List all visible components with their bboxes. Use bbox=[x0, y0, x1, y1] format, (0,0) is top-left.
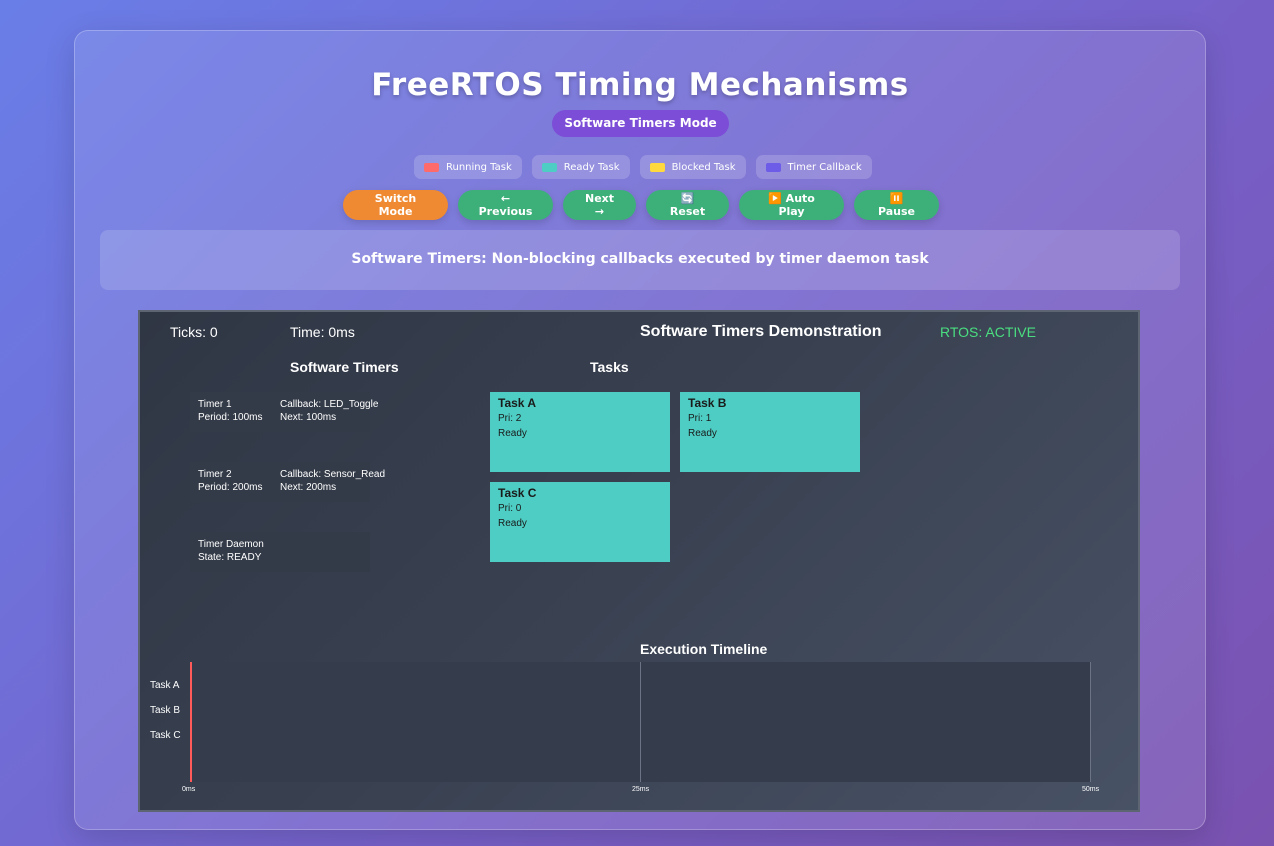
timer-daemon-box: Timer Daemon State: READY bbox=[190, 532, 370, 572]
timeline-cursor bbox=[190, 662, 192, 782]
legend-label: Timer Callback bbox=[787, 161, 862, 173]
simulation-title: Software Timers Demonstration bbox=[640, 323, 882, 340]
rtos-status: RTOS: ACTIVE bbox=[940, 324, 1036, 340]
task-name: Task A bbox=[498, 396, 537, 410]
reset-button[interactable]: 🔄 Reset bbox=[646, 190, 729, 220]
timeline-row-label: Task B bbox=[150, 705, 181, 716]
auto-play-button[interactable]: ▶️ Auto Play bbox=[739, 190, 844, 220]
pause-button[interactable]: ⏸️ Pause bbox=[854, 190, 939, 220]
timeline-row-label: Task C bbox=[150, 730, 181, 741]
timer-period: Period: 200ms bbox=[198, 482, 263, 493]
task-priority: Pri: 1 bbox=[688, 413, 712, 424]
next-button[interactable]: Next → bbox=[563, 190, 636, 220]
blocked-swatch-icon bbox=[649, 162, 665, 172]
timer-1-box: Timer 1 Period: 100ms Callback: LED_Togg… bbox=[190, 392, 378, 432]
daemon-state: State: READY bbox=[198, 552, 262, 563]
timer-next: Next: 100ms bbox=[280, 412, 337, 423]
timer-info: Timer 2 Period: 200ms bbox=[198, 468, 262, 494]
timeline-tick-label: 0ms bbox=[182, 786, 196, 793]
task-state: Ready bbox=[688, 428, 717, 439]
timeline-tick-label: 25ms bbox=[632, 786, 650, 793]
timer-period: Period: 100ms bbox=[198, 412, 263, 423]
timeline-chart bbox=[190, 662, 1091, 782]
task-c-box: Task C Pri: 0 Ready bbox=[490, 482, 670, 562]
task-name: Task C bbox=[498, 486, 537, 500]
timeline-row-label: Task A bbox=[150, 680, 180, 691]
previous-button[interactable]: ← Previous bbox=[458, 190, 553, 220]
legend-label: Running Task bbox=[446, 161, 512, 173]
timer-callback-info: Callback: Sensor_Read Next: 200ms bbox=[280, 468, 385, 494]
daemon-name: Timer Daemon bbox=[198, 539, 264, 550]
legend-label: Blocked Task bbox=[671, 161, 736, 173]
task-state: Ready bbox=[498, 428, 527, 439]
switch-mode-button[interactable]: Switch Mode bbox=[343, 190, 448, 220]
time-counter: Time: 0ms bbox=[290, 324, 355, 340]
legend-item-callback: Timer Callback bbox=[755, 155, 872, 179]
timeline-title: Execution Timeline bbox=[640, 641, 768, 657]
ready-swatch-icon bbox=[541, 162, 557, 172]
legend: Running Task Ready Task Blocked Task Tim… bbox=[414, 155, 872, 179]
timeline-gridline bbox=[1090, 662, 1091, 782]
task-b-box: Task B Pri: 1 Ready bbox=[680, 392, 860, 472]
tasks-section-title: Tasks bbox=[590, 359, 629, 375]
task-state: Ready bbox=[498, 518, 527, 529]
task-priority: Pri: 0 bbox=[498, 503, 522, 514]
timer-callback-info: Callback: LED_Toggle Next: 100ms bbox=[280, 398, 378, 424]
mode-description: Software Timers: Non-blocking callbacks … bbox=[100, 230, 1180, 290]
ticks-counter: Ticks: 0 bbox=[170, 324, 218, 340]
running-swatch-icon bbox=[424, 162, 439, 172]
legend-item-blocked: Blocked Task bbox=[639, 155, 746, 179]
daemon-info: Timer Daemon State: READY bbox=[198, 538, 264, 564]
page-title: FreeRTOS Timing Mechanisms bbox=[371, 67, 909, 103]
timer-next: Next: 200ms bbox=[280, 482, 337, 493]
mode-badge: Software Timers Mode bbox=[552, 110, 729, 137]
timeline-tick-label: 50ms bbox=[1082, 786, 1100, 793]
task-name: Task B bbox=[688, 396, 727, 410]
timer-name: Timer 1 bbox=[198, 399, 232, 410]
task-priority: Pri: 2 bbox=[498, 413, 522, 424]
timer-callback: Callback: LED_Toggle bbox=[280, 399, 379, 410]
controls: Switch Mode ← Previous Next → 🔄 Reset ▶️… bbox=[343, 190, 939, 220]
timer-callback: Callback: Sensor_Read bbox=[280, 469, 386, 480]
legend-item-ready: Ready Task bbox=[531, 155, 630, 179]
timers-section-title: Software Timers bbox=[290, 359, 399, 375]
task-a-box: Task A Pri: 2 Ready bbox=[490, 392, 670, 472]
timer-info: Timer 1 Period: 100ms bbox=[198, 398, 262, 424]
timer-2-box: Timer 2 Period: 200ms Callback: Sensor_R… bbox=[190, 462, 385, 502]
timeline-gridline bbox=[640, 662, 641, 782]
timer-name: Timer 2 bbox=[198, 469, 232, 480]
callback-swatch-icon bbox=[765, 162, 781, 172]
simulation-canvas: Ticks: 0 Time: 0ms Software Timers Demon… bbox=[138, 310, 1140, 812]
legend-label: Ready Task bbox=[563, 161, 620, 173]
legend-item-running: Running Task bbox=[414, 155, 522, 179]
